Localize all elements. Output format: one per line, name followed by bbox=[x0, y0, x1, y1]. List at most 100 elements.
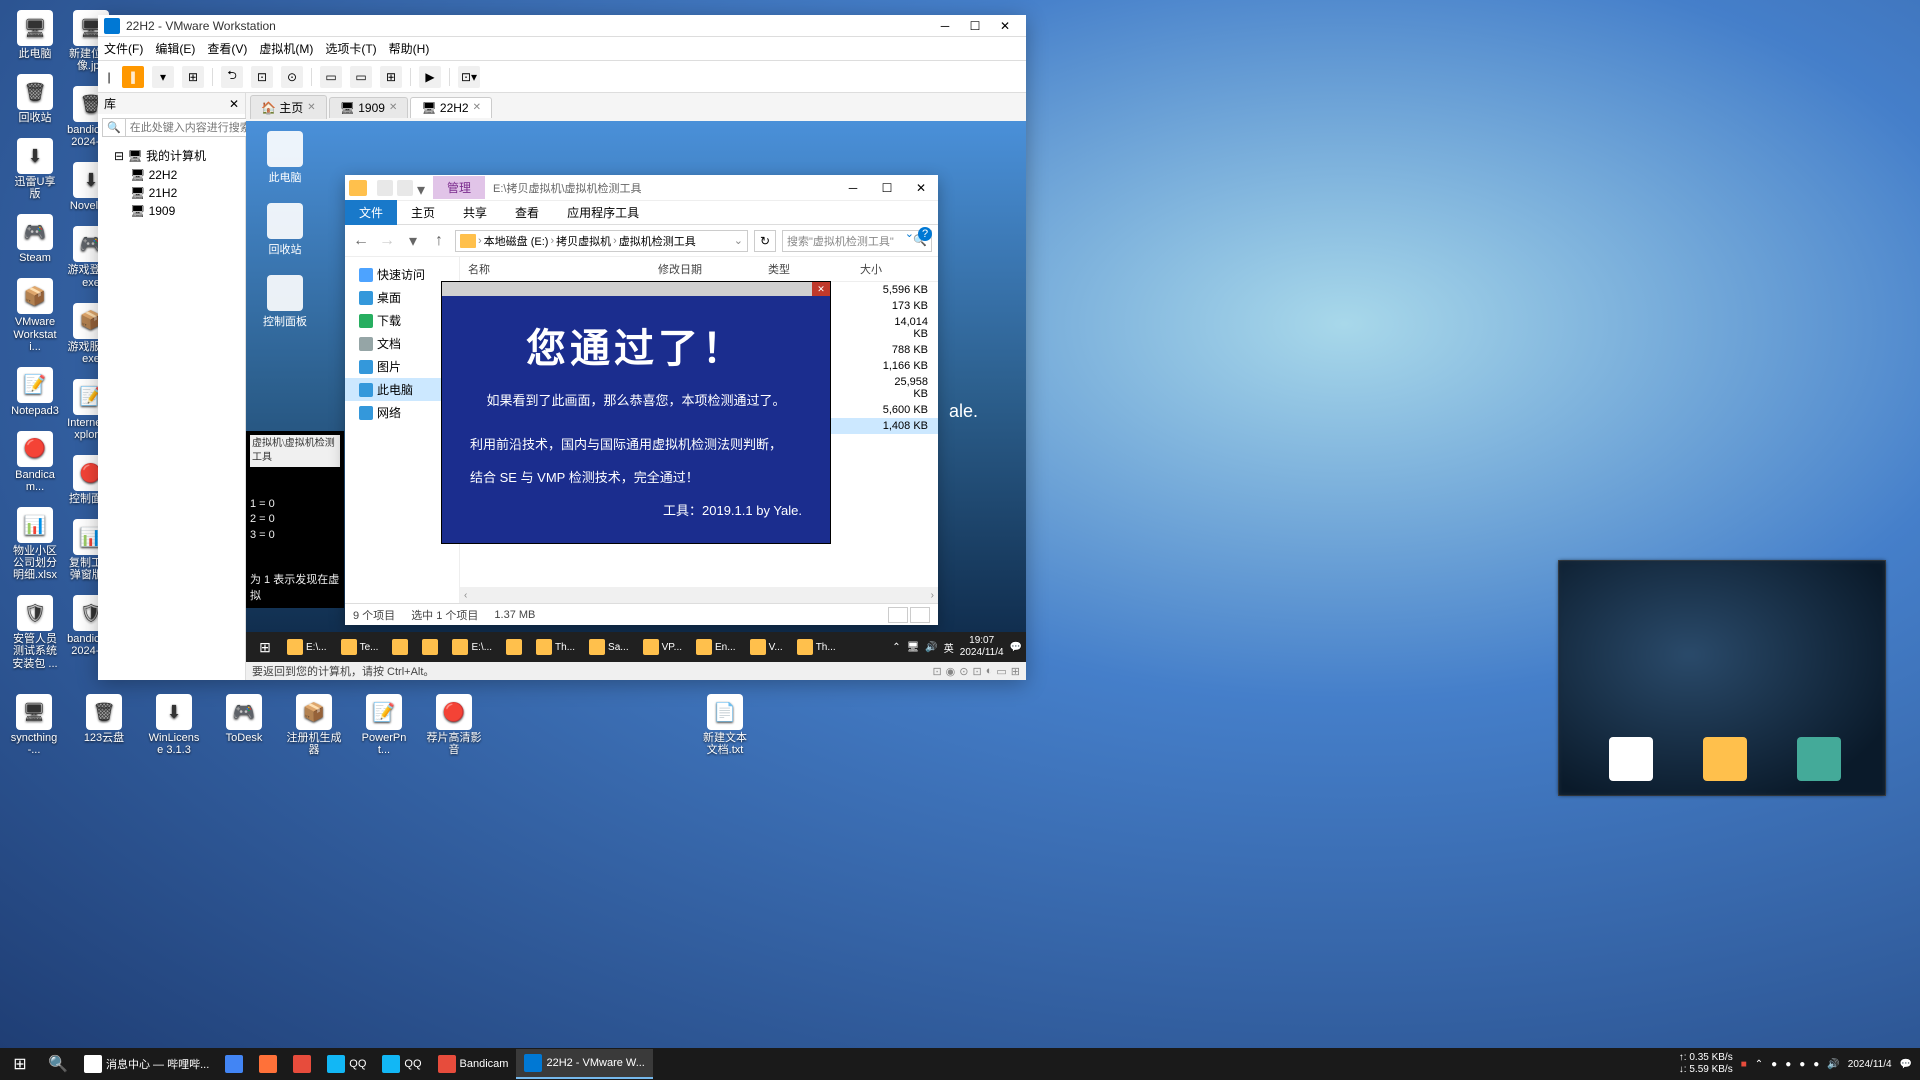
guest-taskbar-item[interactable]: Th... bbox=[791, 634, 842, 660]
details-view-button[interactable] bbox=[888, 607, 908, 623]
host-taskbar-item[interactable]: QQ bbox=[374, 1049, 429, 1079]
desktop-icon[interactable]: 📦VMware Workstati... bbox=[10, 278, 60, 352]
horizontal-scrollbar[interactable]: ‹› bbox=[460, 587, 938, 603]
icons-view-button[interactable] bbox=[910, 607, 930, 623]
history-dropdown[interactable]: ▾ bbox=[403, 231, 423, 251]
notifications-icon[interactable]: 💬 bbox=[1010, 642, 1022, 653]
status-icon[interactable]: ◉ bbox=[946, 665, 956, 678]
fullscreen-button[interactable]: ▶ bbox=[419, 66, 441, 88]
tab-close-icon[interactable]: ✕ bbox=[473, 102, 481, 113]
status-icon[interactable]: ◐ bbox=[986, 665, 993, 678]
snapshot-button[interactable]: ⊞ bbox=[182, 66, 204, 88]
desktop-icon[interactable]: 🎮Steam bbox=[10, 214, 60, 264]
guest-taskbar-item[interactable] bbox=[386, 634, 414, 660]
tray-icon[interactable]: ● bbox=[1813, 1059, 1819, 1070]
host-search-button[interactable]: 🔍 bbox=[40, 1048, 76, 1080]
refresh-button[interactable]: ↻ bbox=[754, 230, 776, 252]
explorer-title-bar[interactable]: ▾ 管理 E:\拷贝虚拟机\虚拟机检测工具 ─ ☐ ✕ bbox=[345, 175, 938, 201]
vmware-title-bar[interactable]: 22H2 - VMware Workstation ─ ☐ ✕ bbox=[98, 15, 1026, 37]
toolbar-btn[interactable]: ⊡ bbox=[251, 66, 273, 88]
guest-start-button[interactable]: ⊞ bbox=[250, 632, 280, 662]
library-close-icon[interactable]: ✕ bbox=[229, 97, 239, 111]
explorer-close-button[interactable]: ✕ bbox=[904, 176, 938, 200]
tab-close-icon[interactable]: ✕ bbox=[307, 102, 315, 113]
status-icon[interactable]: ▭ bbox=[996, 665, 1006, 678]
tray-chevron-icon[interactable]: ⌃ bbox=[1755, 1059, 1763, 1070]
guest-desktop-icon[interactable]: 回收站 bbox=[256, 203, 314, 257]
breadcrumb-dropdown-icon[interactable]: ⌄ bbox=[734, 234, 743, 247]
help-icon[interactable]: ? bbox=[918, 227, 932, 241]
menu-item[interactable]: 选项卡(T) bbox=[325, 40, 376, 57]
host-system-tray[interactable]: ↑: 0.35 KB/s ↓: 5.59 KB/s ■ ⌃ ● ● ● ● 🔊 … bbox=[1679, 1052, 1920, 1076]
desktop-icon[interactable]: 🖥此电脑 bbox=[10, 10, 60, 60]
status-icon[interactable]: ⊙ bbox=[959, 665, 968, 678]
qat-btn[interactable] bbox=[377, 180, 393, 196]
tree-root[interactable]: ⊟ 🖥 我的计算机 bbox=[102, 145, 241, 166]
menu-item[interactable]: 帮助(H) bbox=[389, 40, 430, 57]
up-button[interactable]: ↑ bbox=[429, 231, 449, 251]
tray-icon[interactable]: ■ bbox=[1741, 1059, 1747, 1070]
menu-item[interactable]: 查看(V) bbox=[207, 40, 247, 57]
guest-taskbar-item[interactable]: Th... bbox=[530, 634, 581, 660]
guest-clock[interactable]: 19:07 2024/11/4 bbox=[960, 635, 1004, 659]
host-taskbar-item[interactable]: QQ bbox=[319, 1049, 374, 1079]
guest-taskbar-item[interactable]: V... bbox=[744, 634, 789, 660]
desktop-icon[interactable]: 📊物业小区公司划分明细.xlsx bbox=[10, 507, 60, 581]
guest-screen[interactable]: 此电脑回收站控制面板 虚拟机\虚拟机检测工具 1 = 0 2 = 0 3 = 0… bbox=[246, 121, 1026, 662]
explorer-minimize-button[interactable]: ─ bbox=[836, 176, 870, 200]
desktop-icon[interactable]: 🗑123云盘 bbox=[76, 694, 132, 756]
guest-system-tray[interactable]: ⌃ 🖥 🔊 英 19:07 2024/11/4 💬 bbox=[892, 635, 1022, 659]
forward-button[interactable]: → bbox=[377, 231, 397, 251]
toolbar-btn[interactable]: ▭ bbox=[350, 66, 372, 88]
guest-taskbar-item[interactable] bbox=[416, 634, 444, 660]
guest-taskbar-item[interactable]: En... bbox=[690, 634, 742, 660]
popup-close-button[interactable]: ✕ bbox=[812, 282, 830, 296]
breadcrumb-segment[interactable]: 拷贝虚拟机 bbox=[556, 233, 611, 249]
col-date[interactable]: 修改日期 bbox=[650, 261, 760, 277]
toolbar-dropdown[interactable]: ▾ bbox=[152, 66, 174, 88]
col-size[interactable]: 大小 bbox=[830, 261, 890, 277]
desktop-icon[interactable]: 📄 新建文本文档.txt bbox=[700, 694, 750, 756]
popup-title-bar[interactable]: ✕ bbox=[442, 282, 830, 296]
tray-icon[interactable]: ⌃ bbox=[892, 642, 900, 653]
toolbar-btn[interactable]: ⮌ bbox=[221, 66, 243, 88]
breadcrumb-segment[interactable]: 本地磁盘 (E:) bbox=[484, 233, 549, 249]
qat-btn[interactable] bbox=[397, 180, 413, 196]
tray-icon[interactable]: ● bbox=[1785, 1059, 1791, 1070]
host-clock[interactable]: 2024/11/4 bbox=[1848, 1059, 1892, 1070]
desktop-icon[interactable]: ⬇迅雷U享版 bbox=[10, 138, 60, 200]
desktop-icon[interactable]: 📦注册机生成器 bbox=[286, 694, 342, 756]
volume-icon[interactable]: 🔊 bbox=[1827, 1059, 1839, 1070]
network-icon[interactable]: 🖥 bbox=[907, 642, 920, 653]
guest-taskbar-item[interactable]: E:\... bbox=[281, 634, 333, 660]
vm-tab[interactable]: 🖥 22H2 ✕ bbox=[410, 97, 492, 118]
context-tab-manage[interactable]: 管理 bbox=[433, 176, 485, 199]
menu-item[interactable]: 文件(F) bbox=[104, 40, 143, 57]
pause-button[interactable]: ∥ bbox=[122, 66, 144, 88]
minimize-button[interactable]: ─ bbox=[930, 16, 960, 36]
desktop-icon[interactable]: 🗑回收站 bbox=[10, 74, 60, 124]
qat-dropdown[interactable]: ▾ bbox=[417, 180, 427, 196]
volume-icon[interactable]: 🔊 bbox=[925, 642, 937, 653]
status-icon[interactable]: ⊡ bbox=[932, 665, 941, 678]
col-type[interactable]: 类型 bbox=[760, 261, 830, 277]
ime-indicator[interactable]: 英 bbox=[944, 640, 954, 655]
ribbon-tab[interactable]: 文件 bbox=[345, 200, 397, 225]
guest-taskbar-item[interactable] bbox=[500, 634, 528, 660]
breadcrumb-segment[interactable]: 虚拟机检测工具 bbox=[619, 233, 696, 249]
ribbon-tab[interactable]: 共享 bbox=[449, 200, 501, 225]
tree-vm-item[interactable]: 🖥 1909 bbox=[102, 202, 241, 220]
tab-close-icon[interactable]: ✕ bbox=[389, 102, 397, 113]
desktop-icon[interactable]: 📝Notepad3 bbox=[10, 367, 60, 417]
toolbar-btn[interactable]: ⊡▾ bbox=[458, 66, 480, 88]
host-taskbar-item[interactable] bbox=[251, 1049, 285, 1079]
back-button[interactable]: ← bbox=[351, 231, 371, 251]
host-taskbar-item[interactable]: 消息中心 — 哔哩哔... bbox=[76, 1049, 217, 1079]
breadcrumb[interactable]: › 本地磁盘 (E:) › 拷贝虚拟机 › 虚拟机检测工具 ⌄ bbox=[455, 230, 748, 252]
status-icon[interactable]: ⊡ bbox=[973, 665, 982, 678]
notifications-icon[interactable]: 💬 bbox=[1900, 1059, 1912, 1070]
status-icon[interactable]: ⊞ bbox=[1011, 665, 1020, 678]
tree-vm-item[interactable]: 🖥 21H2 bbox=[102, 184, 241, 202]
desktop-icon[interactable]: 🎮ToDesk bbox=[216, 694, 272, 756]
tree-vm-item[interactable]: 🖥 22H2 bbox=[102, 166, 241, 184]
